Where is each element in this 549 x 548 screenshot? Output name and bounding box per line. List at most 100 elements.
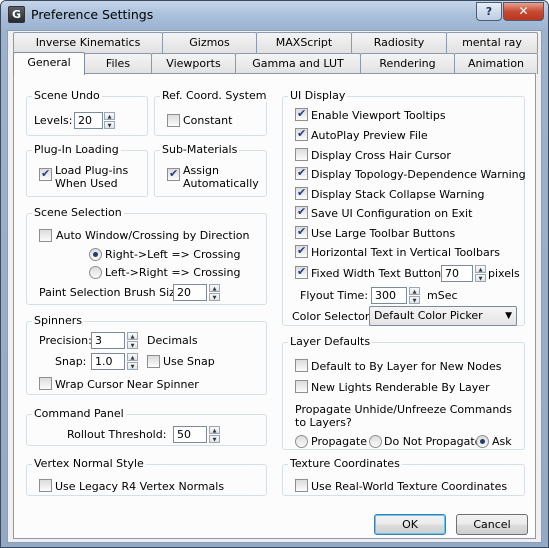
- horizontal-text-checkbox[interactable]: [295, 244, 308, 258]
- ask-radio[interactable]: [476, 435, 489, 448]
- texture-coords-group: Texture Coordinates Use Real-World Textu…: [282, 457, 525, 496]
- plugin-loading-title: Plug-In Loading: [32, 143, 121, 156]
- flyout-time-spinner[interactable]: ▲ ▼: [409, 287, 420, 304]
- scene-selection-title: Scene Selection: [32, 206, 124, 219]
- tab-animation[interactable]: Animation: [454, 53, 538, 74]
- tab-radiosity[interactable]: Radiosity: [351, 32, 447, 53]
- snap-label: Snap:: [55, 355, 87, 368]
- use-snap-checkbox[interactable]: [147, 355, 160, 368]
- horizontal-text-label: Horizontal Text in Vertical Toolbars: [311, 246, 500, 259]
- spinner-up-icon[interactable]: ▲: [104, 112, 115, 120]
- spinner-up-icon[interactable]: ▲: [209, 284, 220, 292]
- save-ui-config-checkbox[interactable]: [295, 205, 308, 219]
- title-bar[interactable]: G Preference Settings ? ✕: [1, 1, 548, 29]
- spinner-down-icon[interactable]: ▼: [475, 274, 486, 282]
- tab-maxscript[interactable]: MAXScript: [256, 32, 352, 53]
- rollout-threshold-spinner[interactable]: ▲ ▼: [209, 426, 220, 443]
- tab-inverse-kinematics[interactable]: Inverse Kinematics: [13, 32, 163, 53]
- spinners-group: Spinners Precision: 3 ▲ ▼ Decimals Snap: …: [26, 314, 267, 395]
- propagate-radio[interactable]: [295, 435, 308, 448]
- cancel-button[interactable]: Cancel: [456, 514, 528, 535]
- tab-viewports[interactable]: Viewports: [151, 53, 236, 74]
- spinner-up-icon[interactable]: ▲: [409, 287, 420, 295]
- autoplay-preview-label: AutoPlay Preview File: [311, 129, 428, 142]
- assign-automatically-checkbox[interactable]: [167, 167, 180, 181]
- close-button[interactable]: ✕: [503, 2, 544, 21]
- tab-rendering[interactable]: Rendering: [360, 53, 455, 74]
- left-right-label: Left->Right => Crossing: [105, 266, 241, 279]
- ok-button[interactable]: OK: [374, 514, 446, 535]
- spinner-up-icon[interactable]: ▲: [127, 332, 138, 340]
- spinner-up-icon[interactable]: ▲: [475, 265, 486, 273]
- new-lights-label: New Lights Renderable By Layer: [311, 381, 490, 394]
- spinner-down-icon[interactable]: ▼: [409, 296, 420, 304]
- levels-spinner[interactable]: ▲ ▼: [104, 112, 115, 129]
- propagate-question-line2: to Layers?: [295, 416, 352, 429]
- fixed-width-input[interactable]: 70: [441, 265, 473, 282]
- help-button[interactable]: ?: [476, 2, 502, 21]
- layer-defaults-group: Layer Defaults Default to By Layer for N…: [282, 335, 525, 450]
- realworld-texture-checkbox[interactable]: [295, 479, 308, 492]
- scene-undo-group: Scene Undo Levels: 20 ▲ ▼: [26, 89, 148, 136]
- do-not-propagate-radio[interactable]: [369, 435, 382, 448]
- stack-collapse-label: Display Stack Collapse Warning: [311, 188, 485, 201]
- new-lights-checkbox[interactable]: [295, 380, 308, 393]
- snap-input[interactable]: 1.0: [91, 353, 125, 370]
- general-panel: Scene Undo Levels: 20 ▲ ▼ Ref. Coord. Sys…: [13, 73, 536, 539]
- spinner-up-icon[interactable]: ▲: [127, 353, 138, 361]
- legacy-normals-label: Use Legacy R4 Vertex Normals: [55, 480, 225, 493]
- rollout-threshold-input[interactable]: 50: [173, 426, 207, 443]
- constant-checkbox[interactable]: [167, 114, 180, 127]
- color-selector-dropdown[interactable]: Default Color Picker ▼: [369, 306, 517, 326]
- legacy-normals-checkbox[interactable]: [39, 479, 52, 492]
- stack-collapse-checkbox[interactable]: [295, 186, 308, 200]
- spinner-down-icon[interactable]: ▼: [127, 341, 138, 349]
- large-toolbar-checkbox[interactable]: [295, 225, 308, 239]
- autoplay-preview-checkbox[interactable]: [295, 127, 308, 141]
- command-panel-title: Command Panel: [32, 407, 126, 420]
- snap-spinner[interactable]: ▲ ▼: [127, 353, 138, 370]
- layer-defaults-title: Layer Defaults: [288, 335, 373, 348]
- cross-hair-label: Display Cross Hair Cursor: [311, 149, 451, 162]
- tab-mental-ray[interactable]: mental ray: [446, 32, 538, 53]
- default-bylayer-checkbox[interactable]: [295, 359, 308, 372]
- load-plugins-checkbox[interactable]: [39, 167, 52, 181]
- pixels-label: pixels: [488, 267, 520, 280]
- spinner-down-icon[interactable]: ▼: [209, 435, 220, 443]
- ref-coord-title: Ref. Coord. System: [160, 89, 269, 102]
- spinner-down-icon[interactable]: ▼: [209, 293, 220, 301]
- brush-size-spinner[interactable]: ▲ ▼: [209, 284, 220, 301]
- color-selector-label: Color Selector:: [292, 310, 373, 323]
- left-right-radio[interactable]: [89, 266, 102, 279]
- ask-radio-label: Ask: [492, 435, 512, 448]
- levels-input[interactable]: 20: [74, 112, 103, 129]
- default-bylayer-label: Default to By Layer for New Nodes: [311, 360, 502, 373]
- tab-gizmos[interactable]: Gizmos: [162, 32, 257, 53]
- fixed-width-checkbox[interactable]: [295, 265, 308, 279]
- spinner-down-icon[interactable]: ▼: [127, 362, 138, 370]
- flyout-time-input[interactable]: 300: [371, 287, 407, 304]
- plugin-loading-group: Plug-In Loading Load Plug-ins When Used: [26, 143, 148, 197]
- tab-gamma-and-lut[interactable]: Gamma and LUT: [235, 53, 361, 74]
- msec-label: mSec: [427, 289, 458, 302]
- fixed-width-spinner[interactable]: ▲ ▼: [475, 265, 486, 282]
- tab-general[interactable]: General: [13, 52, 85, 75]
- cross-hair-checkbox[interactable]: [295, 148, 308, 161]
- brush-size-input[interactable]: 20: [173, 284, 207, 301]
- spinner-down-icon[interactable]: ▼: [104, 121, 115, 129]
- preference-settings-window: G Preference Settings ? ✕ Inverse Kinema…: [0, 0, 549, 548]
- precision-spinner[interactable]: ▲ ▼: [127, 332, 138, 349]
- tab-files[interactable]: Files: [84, 53, 152, 74]
- precision-input[interactable]: 3: [91, 332, 125, 349]
- wrap-cursor-checkbox[interactable]: [39, 377, 52, 390]
- spinner-up-icon[interactable]: ▲: [209, 426, 220, 434]
- scene-undo-title: Scene Undo: [32, 89, 102, 102]
- viewport-tooltips-checkbox[interactable]: [295, 107, 308, 121]
- right-left-radio[interactable]: [89, 248, 102, 261]
- topology-warning-checkbox[interactable]: [295, 166, 308, 180]
- auto-window-checkbox[interactable]: [39, 229, 52, 242]
- sub-materials-group: Sub-Materials Assign Automatically: [154, 143, 267, 197]
- app-logo-icon: G: [8, 6, 25, 23]
- assign-label-line1: Assign: [183, 164, 219, 177]
- precision-label: Precision:: [39, 334, 92, 347]
